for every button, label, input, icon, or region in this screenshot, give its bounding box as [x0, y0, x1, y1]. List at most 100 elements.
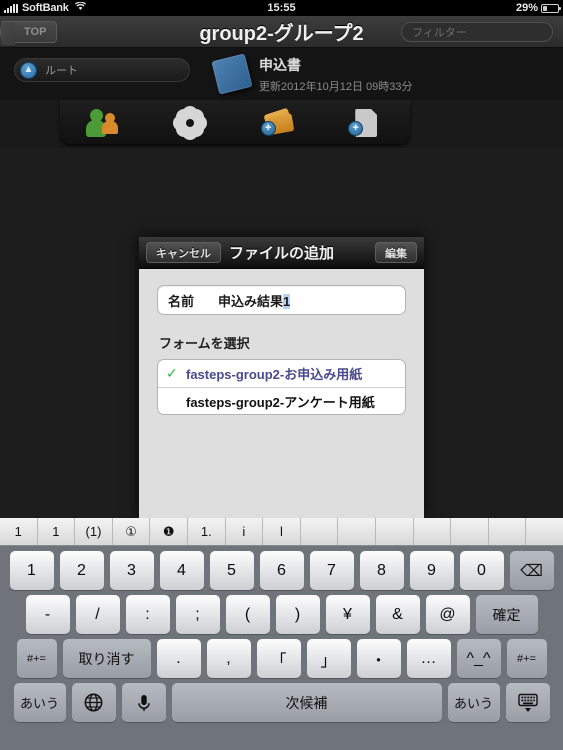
- candidate-7[interactable]: l: [263, 518, 301, 545]
- add-file-modal: キャンセル ファイルの追加 編集 名前 申込み結果1 フォームを選択 ✓ fas…: [139, 237, 424, 518]
- candidate-1[interactable]: 1: [38, 518, 76, 545]
- symbols-toggle-left-key[interactable]: #+=: [16, 639, 57, 678]
- document-title: 申込書: [259, 57, 301, 73]
- key-bracket-close[interactable]: 」: [306, 639, 351, 678]
- candidate-0[interactable]: 1: [0, 518, 38, 545]
- onscreen-keyboard: 1 1 (1) ① ❶ 1. i l 1 2 3 4 5 6 7 8 9 0 ⌫…: [0, 518, 563, 750]
- back-button-label: TOP: [24, 25, 47, 38]
- key-ellipsis[interactable]: …: [406, 639, 451, 678]
- navigation-bar: TOP group2-グループ2 フィルター: [0, 16, 563, 48]
- candidate-bar: 1 1 (1) ① ❶ 1. i l: [0, 518, 563, 546]
- ipad-screen: SoftBank 15:55 29% TOP group2-グループ2 フィルタ…: [0, 0, 563, 750]
- keyboard-row-punctuation: #+= 取り消す . , 「 」 ・ … ^_^ #+=: [0, 634, 563, 678]
- back-button-top[interactable]: TOP: [8, 20, 58, 43]
- document-header: ▲ ルート 申込書 更新2012年10月12日 09時33分: [0, 48, 563, 100]
- form-list-item-0[interactable]: ✓ fasteps-group2-お申込み用紙: [158, 360, 405, 387]
- key-8[interactable]: 8: [359, 551, 404, 590]
- status-bar-right: 29%: [516, 2, 563, 14]
- tab-bar: + +: [0, 100, 563, 148]
- form-list: ✓ fasteps-group2-お申込み用紙 fasteps-group2-ア…: [157, 359, 406, 415]
- wifi-icon: [74, 1, 86, 14]
- edit-button[interactable]: 編集: [375, 242, 417, 263]
- backspace-icon[interactable]: ⌫: [509, 551, 554, 590]
- status-bar: SoftBank 15:55 29%: [0, 0, 563, 16]
- globe-icon[interactable]: [71, 683, 116, 722]
- edit-button-label: 編集: [385, 247, 407, 260]
- key-1[interactable]: 1: [9, 551, 54, 590]
- modal-header: キャンセル ファイルの追加 編集: [139, 237, 424, 269]
- candidate-8[interactable]: [301, 518, 339, 545]
- keyboard-row-numbers: 1 2 3 4 5 6 7 8 9 0 ⌫: [0, 546, 563, 590]
- candidate-13[interactable]: [489, 518, 527, 545]
- kana-toggle-right-key[interactable]: あいう: [447, 683, 500, 722]
- tab-add-file[interactable]: +: [344, 104, 388, 140]
- candidate-11[interactable]: [414, 518, 452, 545]
- key-9[interactable]: 9: [409, 551, 454, 590]
- candidate-5[interactable]: 1.: [188, 518, 226, 545]
- cancel-button-label: キャンセル: [156, 247, 211, 260]
- key-semicolon[interactable]: ;: [175, 595, 220, 634]
- undo-key[interactable]: 取り消す: [62, 639, 151, 678]
- route-button-label: ルート: [45, 65, 78, 77]
- filter-input[interactable]: フィルター: [401, 21, 553, 42]
- form-list-item-1[interactable]: fasteps-group2-アンケート用紙: [158, 387, 405, 414]
- candidate-14[interactable]: [526, 518, 563, 545]
- candidate-3[interactable]: ①: [113, 518, 151, 545]
- check-icon: ✓: [166, 365, 178, 381]
- name-input-value: 申込み結果: [218, 293, 284, 309]
- key-6[interactable]: 6: [259, 551, 304, 590]
- key-paren-open[interactable]: (: [225, 595, 270, 634]
- modal-body: 名前 申込み結果1 フォームを選択 ✓ fasteps-group2-お申込み用…: [139, 269, 424, 415]
- tab-bar-shelf: + +: [60, 100, 410, 144]
- key-emoticon[interactable]: ^_^: [456, 639, 501, 678]
- tab-users[interactable]: [82, 104, 126, 140]
- cancel-button[interactable]: キャンセル: [146, 242, 221, 263]
- candidate-10[interactable]: [376, 518, 414, 545]
- space-next-candidate-key[interactable]: 次候補: [171, 683, 442, 722]
- candidate-2[interactable]: (1): [75, 518, 113, 545]
- document-texts: 申込書 更新2012年10月12日 09時33分: [259, 53, 412, 94]
- key-3[interactable]: 3: [109, 551, 154, 590]
- candidate-12[interactable]: [451, 518, 489, 545]
- tab-settings[interactable]: [169, 104, 213, 140]
- key-2[interactable]: 2: [59, 551, 104, 590]
- key-4[interactable]: 4: [159, 551, 204, 590]
- kana-toggle-left-key[interactable]: あいう: [13, 683, 66, 722]
- tab-add-folder[interactable]: +: [257, 104, 301, 140]
- key-at[interactable]: @: [425, 595, 470, 634]
- key-ampersand[interactable]: &: [375, 595, 420, 634]
- key-colon[interactable]: :: [125, 595, 170, 634]
- key-hyphen[interactable]: -: [25, 595, 70, 634]
- key-bracket-open[interactable]: 「: [256, 639, 301, 678]
- battery-percent-label: 29%: [515, 2, 538, 14]
- form-list-item-label: fasteps-group2-お申込み用紙: [186, 367, 363, 382]
- key-paren-close[interactable]: ): [275, 595, 320, 634]
- carrier-label: SoftBank: [22, 2, 69, 14]
- key-comma[interactable]: ,: [206, 639, 251, 678]
- key-period[interactable]: .: [156, 639, 201, 678]
- up-arrow-icon: ▲: [20, 61, 37, 79]
- name-input[interactable]: 申込み結果1: [218, 291, 291, 310]
- key-yen[interactable]: ¥: [325, 595, 370, 634]
- name-input-selection: 1: [283, 293, 291, 309]
- name-field-label: 名前: [168, 293, 195, 309]
- dismiss-keyboard-icon[interactable]: [505, 683, 550, 722]
- confirm-key[interactable]: 確定: [475, 595, 538, 634]
- filter-placeholder: フィルター: [412, 26, 467, 39]
- key-5[interactable]: 5: [209, 551, 254, 590]
- key-slash[interactable]: /: [75, 595, 120, 634]
- key-middle-dot[interactable]: ・: [356, 639, 401, 678]
- route-button[interactable]: ▲ ルート: [14, 58, 190, 82]
- candidate-4[interactable]: ❶: [150, 518, 188, 545]
- blue-book-icon: [211, 53, 253, 95]
- candidate-9[interactable]: [338, 518, 376, 545]
- candidate-6[interactable]: i: [226, 518, 264, 545]
- keyboard-row-symbols: - / : ; ( ) ¥ & @ 確定: [0, 590, 563, 634]
- symbols-toggle-right-key[interactable]: #+=: [506, 639, 547, 678]
- microphone-icon[interactable]: [121, 683, 166, 722]
- key-7[interactable]: 7: [309, 551, 354, 590]
- name-field-row[interactable]: 名前 申込み結果1: [157, 285, 406, 315]
- key-0[interactable]: 0: [459, 551, 504, 590]
- plus-badge-folder-icon: +: [260, 121, 276, 136]
- keyboard-row-bottom: あいう 次候補 あいう: [0, 678, 563, 722]
